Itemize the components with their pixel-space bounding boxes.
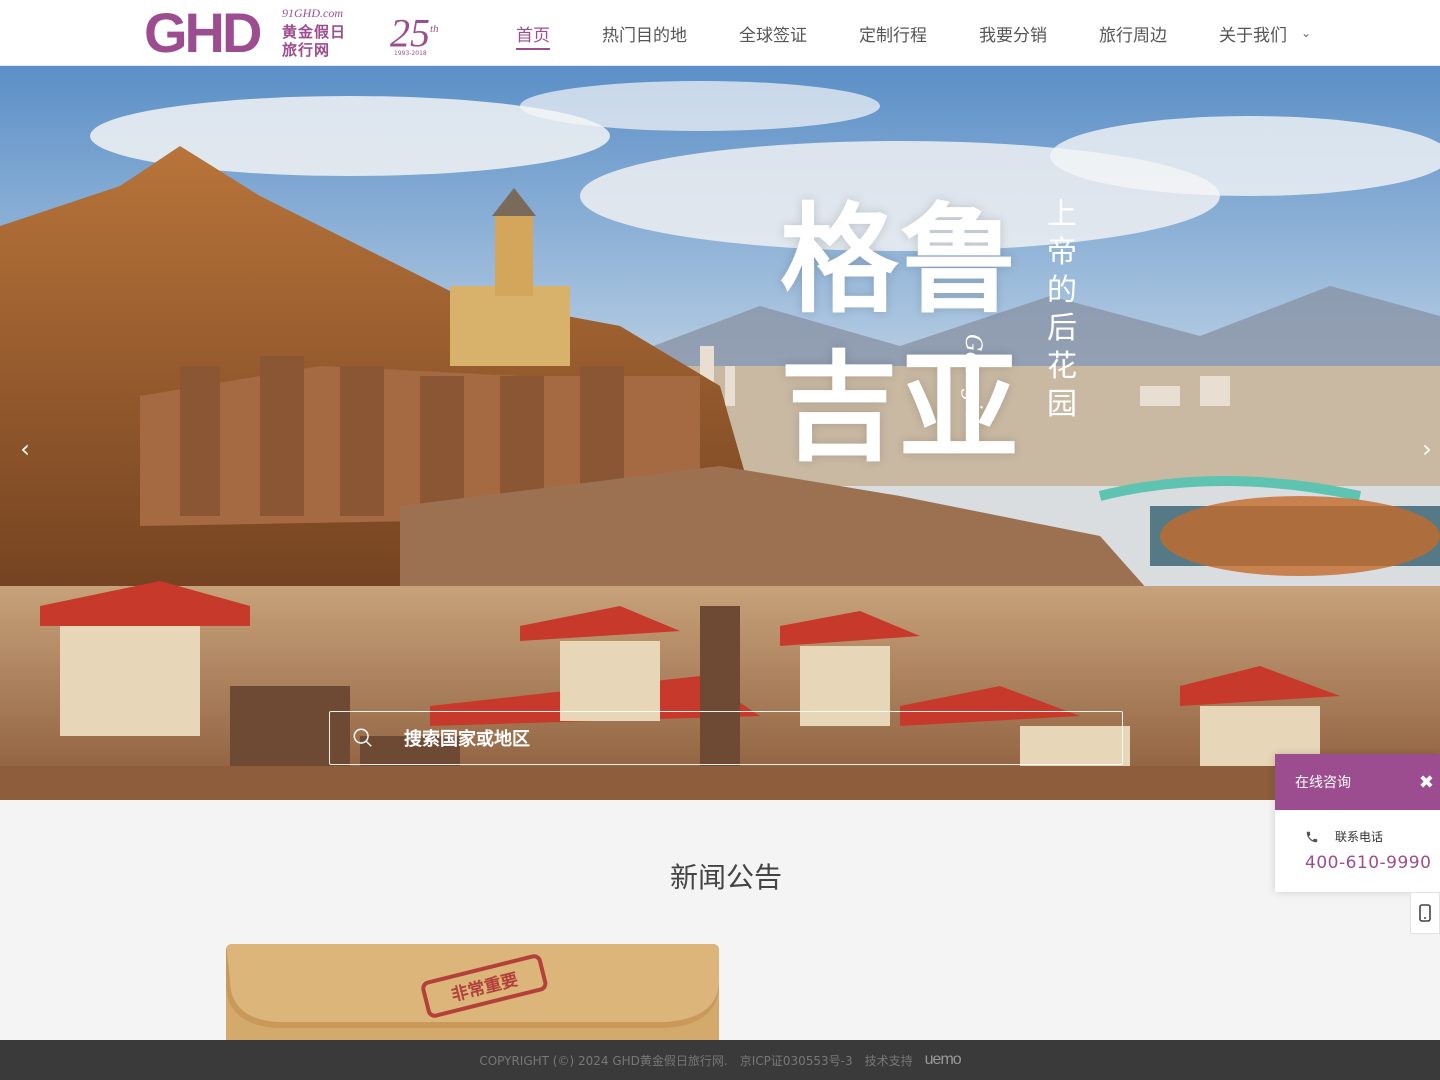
search-icon	[353, 728, 372, 747]
hero-subtitle: 上帝的后花园	[1047, 197, 1077, 422]
phone-label: 联系电话	[1335, 830, 1384, 844]
hero-title: 格鲁 吉亚	[780, 190, 1021, 477]
search-placeholder: 搜索国家或地区	[404, 729, 530, 750]
chevron-down-icon: ⌄	[1301, 26, 1312, 40]
carousel-prev-button[interactable]: ‹	[15, 434, 35, 464]
close-icon[interactable]: ✖	[1419, 772, 1434, 793]
icp-link[interactable]: 京ICP证030553号-3	[740, 1052, 853, 1069]
news-section-title: 新闻公告	[669, 861, 782, 894]
nav-item-travel-goods[interactable]: 旅行周边	[1083, 0, 1183, 66]
nav-item-visa[interactable]: 全球签证	[723, 0, 823, 66]
site-header: GHD 91GHD.com 黄金假日 旅行网 25th 1993-2018 首页…	[0, 0, 1440, 66]
nav-item-home[interactable]: 首页	[500, 0, 566, 66]
hero-subtitle-en: Georgia	[960, 334, 985, 423]
envelope-image: 非常重要	[226, 944, 719, 1040]
tech-support-label: 技术支持	[864, 1053, 913, 1068]
phone-number[interactable]: 400-610-9990	[1305, 853, 1440, 873]
mobile-phone-icon	[1419, 904, 1431, 922]
nav-item-custom-trip[interactable]: 定制行程	[843, 0, 943, 66]
phone-icon	[1306, 831, 1318, 842]
copyright-text: COPYRIGHT (©) 2024 GHD黄金假日旅行网.	[479, 1053, 728, 1068]
logo-cn-line2: 旅行网	[282, 41, 331, 59]
chevron-right-icon: ›	[1422, 435, 1432, 463]
uemo-logo[interactable]: uemo	[925, 1051, 962, 1069]
site-logo[interactable]: GHD 91GHD.com 黄金假日 旅行网 25th 1993-2018	[144, 4, 444, 62]
mobile-qr-button[interactable]	[1410, 892, 1440, 934]
site-footer: COPYRIGHT (©) 2024 GHD黄金假日旅行网. 京ICP证0305…	[0, 1040, 1440, 1080]
chevron-left-icon: ‹	[20, 435, 30, 463]
destination-search-input[interactable]: 搜索国家或地区	[329, 711, 1123, 765]
logo-url: 91GHD.com	[282, 6, 343, 20]
consult-body: 联系电话 400-610-9990	[1275, 810, 1440, 873]
news-card-image[interactable]: 非常重要	[226, 944, 719, 1040]
anniversary-years: 1993-2018	[394, 50, 427, 57]
nav-item-distribution[interactable]: 我要分销	[963, 0, 1063, 66]
logo-letters: GHD	[144, 1, 262, 64]
nav-item-about[interactable]: 关于我们 ⌄	[1203, 0, 1327, 66]
hero-banner[interactable]: 格鲁 吉亚 上帝的后花园 Georgia ‹ › 搜索国家或地区	[0, 66, 1440, 800]
consult-title: 在线咨询	[1295, 775, 1351, 791]
online-consult-panel: 在线咨询 ✖ 联系电话 400-610-9990	[1275, 754, 1440, 892]
hero-landscape-image	[0, 66, 1440, 800]
phone-label-row: 联系电话	[1305, 828, 1440, 845]
nav-item-destinations[interactable]: 热门目的地	[586, 0, 703, 66]
main-nav: 首页 热门目的地 全球签证 定制行程 我要分销 旅行周边 关于我们 ⌄	[500, 0, 1347, 66]
consult-header: 在线咨询 ✖	[1275, 754, 1440, 810]
carousel-next-button[interactable]: ›	[1417, 434, 1437, 464]
